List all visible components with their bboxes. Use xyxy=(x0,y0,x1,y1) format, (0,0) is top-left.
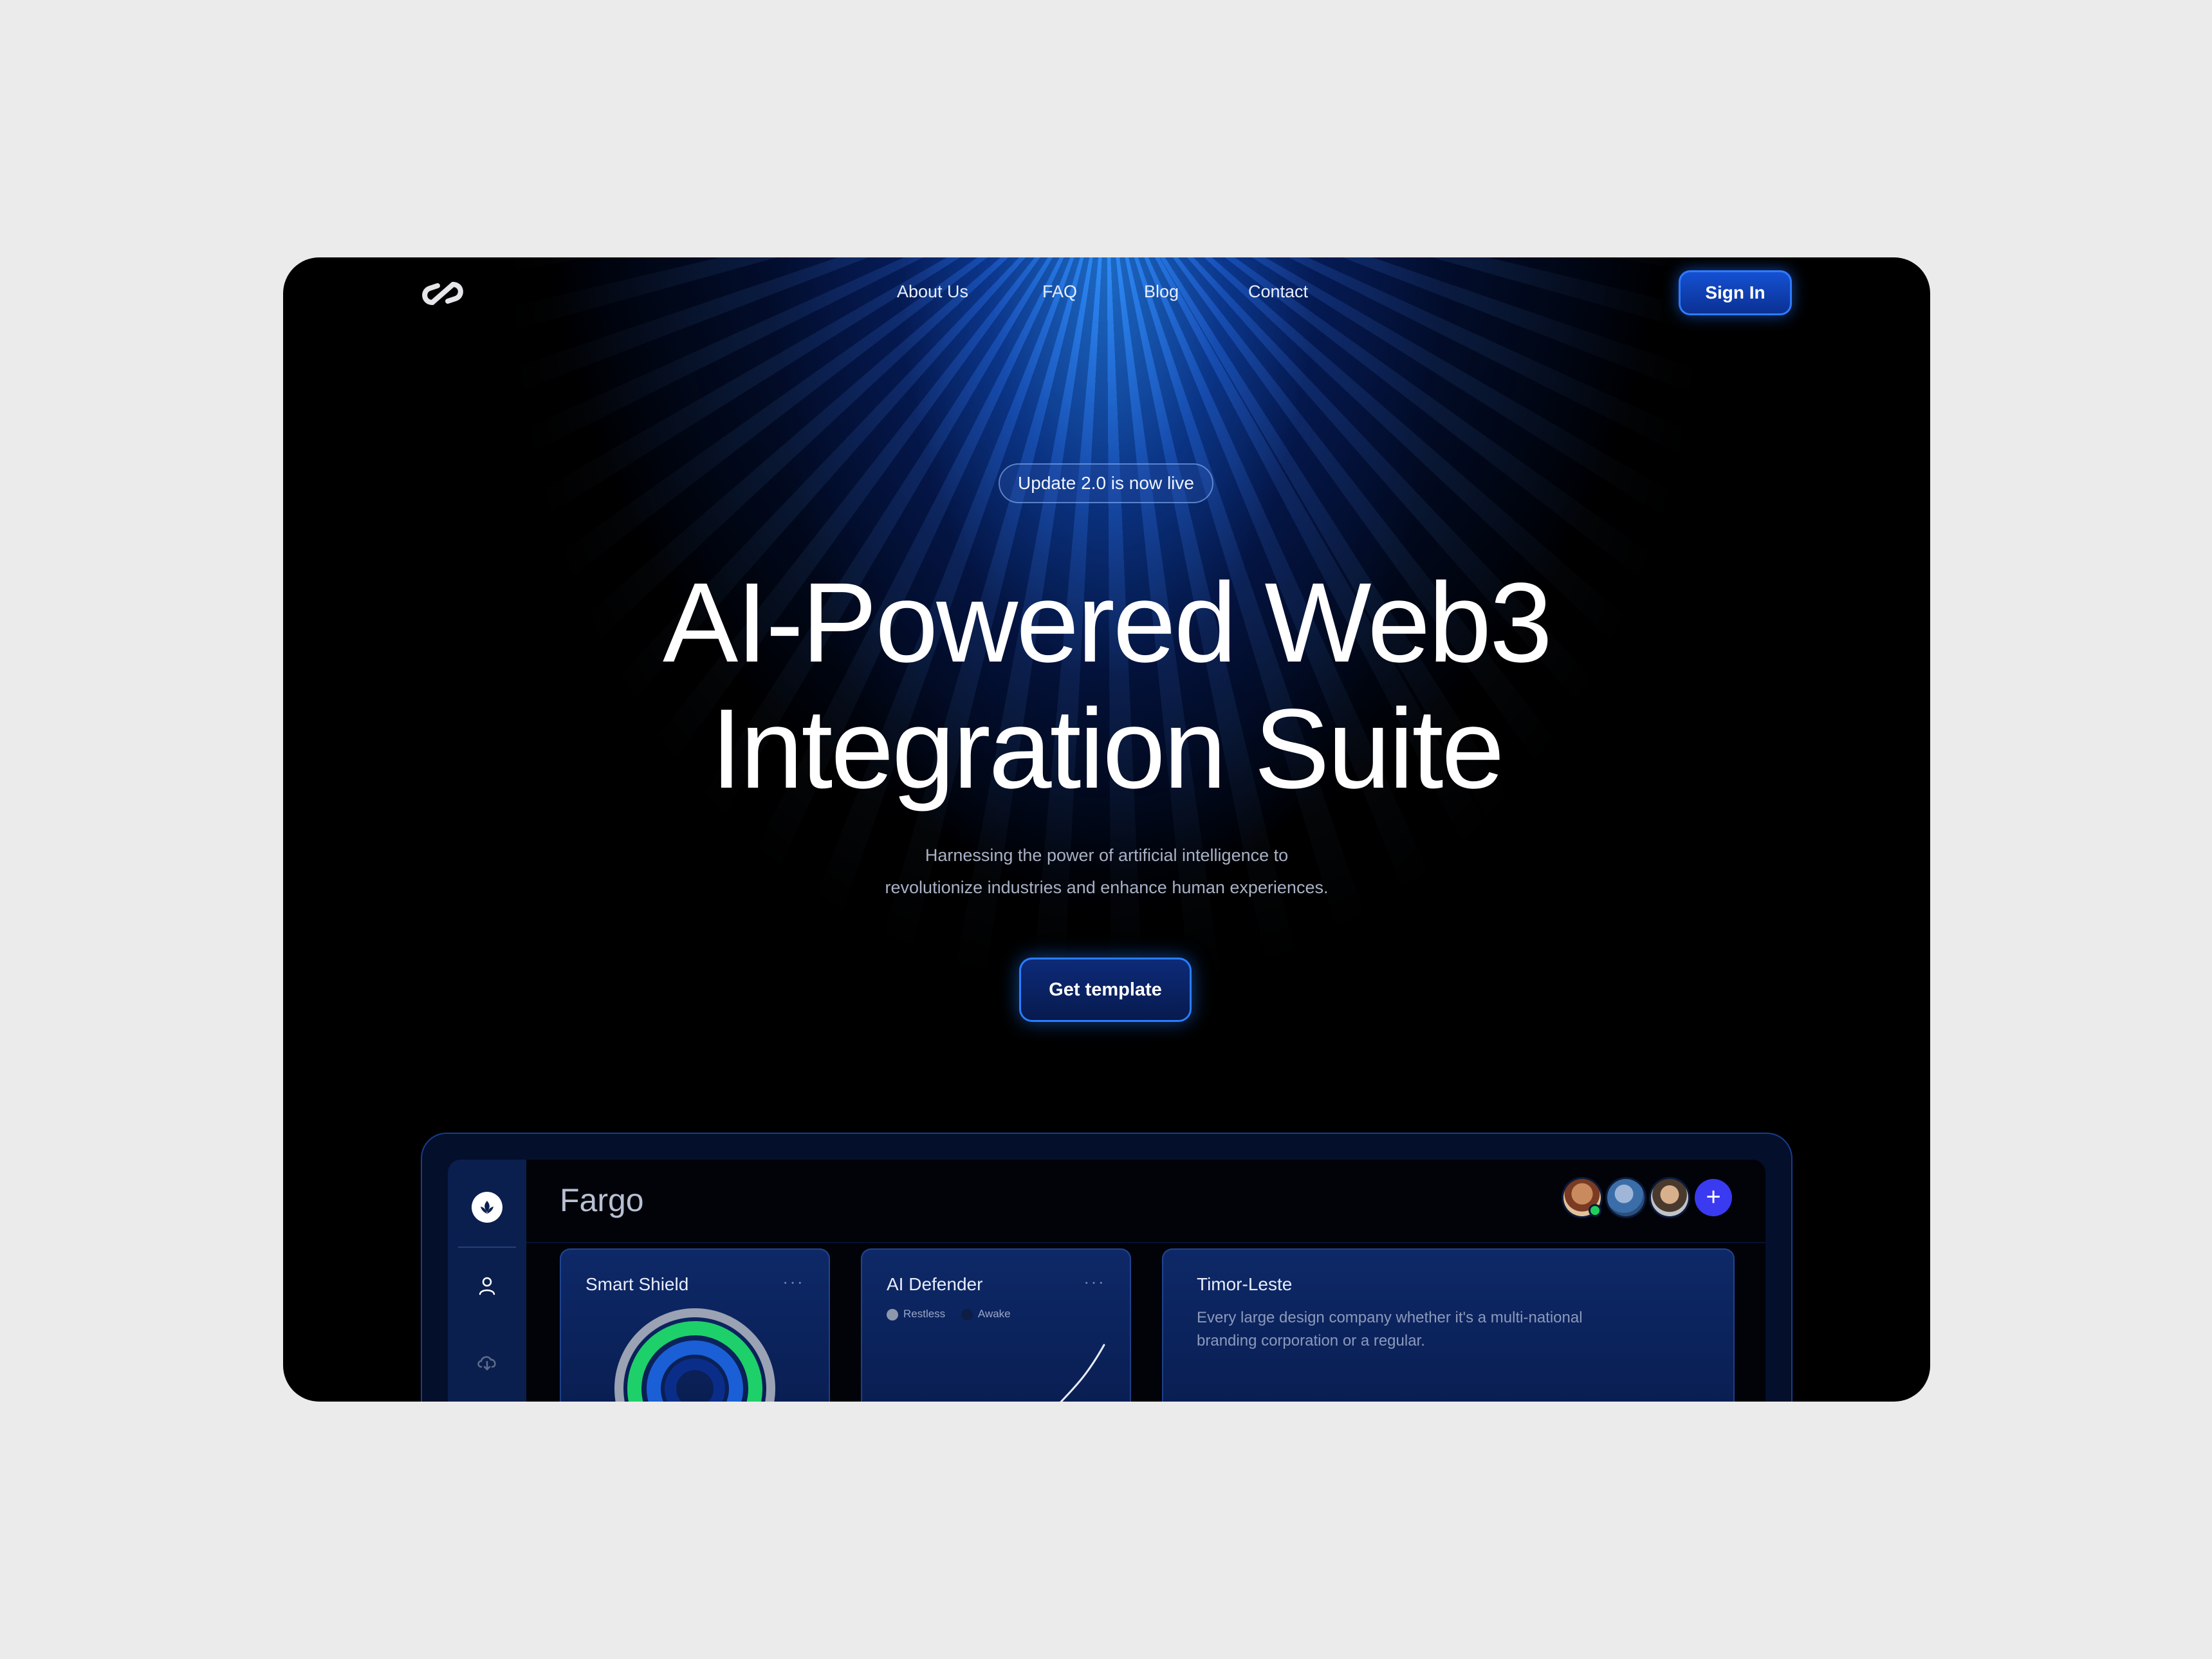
dashboard-sidebar xyxy=(448,1160,526,1402)
online-status-dot xyxy=(1590,1206,1599,1215)
hero-subtext-line-1: Harnessing the power of artificial intel… xyxy=(925,846,1289,865)
hero-subtext-line-2: revolutionize industries and enhance hum… xyxy=(885,878,1329,897)
sleep-line-chart xyxy=(1060,1344,1105,1402)
dashboard-title: Fargo xyxy=(560,1182,644,1218)
update-badge[interactable]: Update 2.0 is now live xyxy=(999,463,1213,503)
smart-shield-card[interactable]: Smart Shield ··· xyxy=(560,1248,830,1402)
sign-in-button[interactable]: Sign In xyxy=(1679,270,1792,315)
card-description: Every large design company whether it's … xyxy=(1197,1306,1686,1353)
timor-leste-card[interactable]: Timor-Leste Every large design company w… xyxy=(1162,1248,1735,1402)
hero-headline-line-1: AI-Powered Web3 xyxy=(662,560,1553,686)
nav-link-blog[interactable]: Blog xyxy=(1144,282,1179,302)
landing-page-frame: About Us FAQ Blog Contact Sign In Update… xyxy=(283,257,1930,1402)
add-member-button[interactable]: + xyxy=(1695,1179,1732,1216)
card-description-line-1: Every large design company whether it's … xyxy=(1197,1309,1583,1326)
avatar[interactable] xyxy=(1651,1179,1688,1216)
dashboard-preview: Fargo + Smart Shield ··· AI Defender ··· xyxy=(448,1160,1765,1402)
nav-link-faq[interactable]: FAQ xyxy=(1042,282,1077,302)
nav-link-about-us[interactable]: About Us xyxy=(897,282,968,302)
card-title: Smart Shield xyxy=(585,1274,689,1294)
avatar[interactable] xyxy=(1607,1179,1645,1216)
get-template-button[interactable]: Get template xyxy=(1019,958,1192,1022)
shield-ring-chart xyxy=(614,1308,775,1402)
ai-defender-card[interactable]: AI Defender ··· Restless Awake xyxy=(861,1248,1131,1402)
user-icon[interactable] xyxy=(477,1275,497,1296)
leaf-icon[interactable] xyxy=(472,1192,502,1223)
sidebar-divider xyxy=(458,1247,516,1248)
dashboard-header-divider xyxy=(526,1242,1765,1243)
more-options-icon[interactable]: ··· xyxy=(782,1272,804,1292)
cloud-icon[interactable] xyxy=(476,1353,498,1371)
hero-headline-line-2: Integration Suite xyxy=(710,686,1505,812)
avatar[interactable] xyxy=(1563,1179,1601,1216)
card-title: Timor-Leste xyxy=(1197,1274,1293,1294)
card-description-line-2: branding corporation or a regular. xyxy=(1197,1332,1425,1349)
nav-link-contact[interactable]: Contact xyxy=(1248,282,1308,302)
